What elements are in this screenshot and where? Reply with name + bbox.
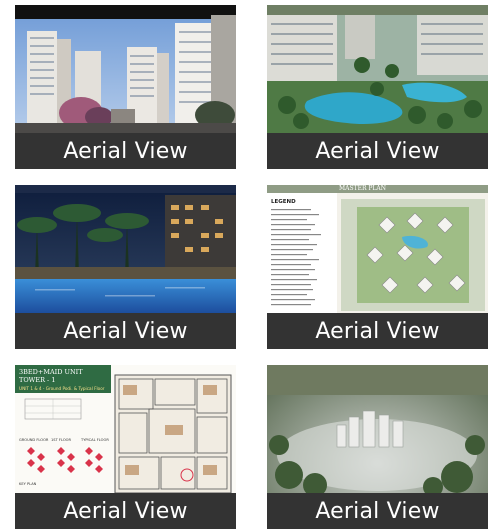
gallery-tile-5[interactable]: 3BED+MAID UNIT TOWER - 1 UNIT 1 & 4 - Gr…	[15, 365, 236, 529]
floorplan-title-line2: TOWER - 1	[19, 376, 55, 384]
gallery-tile-3[interactable]: Aerial View	[15, 185, 236, 349]
tile-caption: Aerial View	[267, 313, 488, 349]
gallery-tile-2[interactable]: Aerial View	[267, 5, 488, 169]
gallery-tile-1[interactable]: Aerial View	[15, 5, 236, 169]
key-label-ground: GROUND FLOOR	[19, 438, 49, 442]
gallery-tile-6[interactable]: Aerial View	[267, 365, 488, 529]
key-plan-label: KEY PLAN	[19, 482, 37, 486]
masterplan-legend-title: LEGEND	[271, 199, 296, 205]
gallery-tile-4[interactable]: MASTER PLAN LEGEND Aerial View	[267, 185, 488, 349]
tile-caption: Aerial View	[267, 493, 488, 529]
floorplan-subtitle: UNIT 1 & 4 - Ground Podi. & Typical Floo…	[19, 386, 105, 391]
masterplan-heading: MASTER PLAN	[339, 185, 386, 192]
tile-caption: Aerial View	[15, 313, 236, 349]
key-label-first: 1ST FLOOR	[51, 438, 72, 442]
tile-caption: Aerial View	[267, 133, 488, 169]
key-label-typical: TYPICAL FLOOR	[80, 438, 109, 442]
tile-caption: Aerial View	[15, 493, 236, 529]
floorplan-title-line1: 3BED+MAID UNIT	[19, 368, 83, 376]
tile-caption: Aerial View	[15, 133, 236, 169]
